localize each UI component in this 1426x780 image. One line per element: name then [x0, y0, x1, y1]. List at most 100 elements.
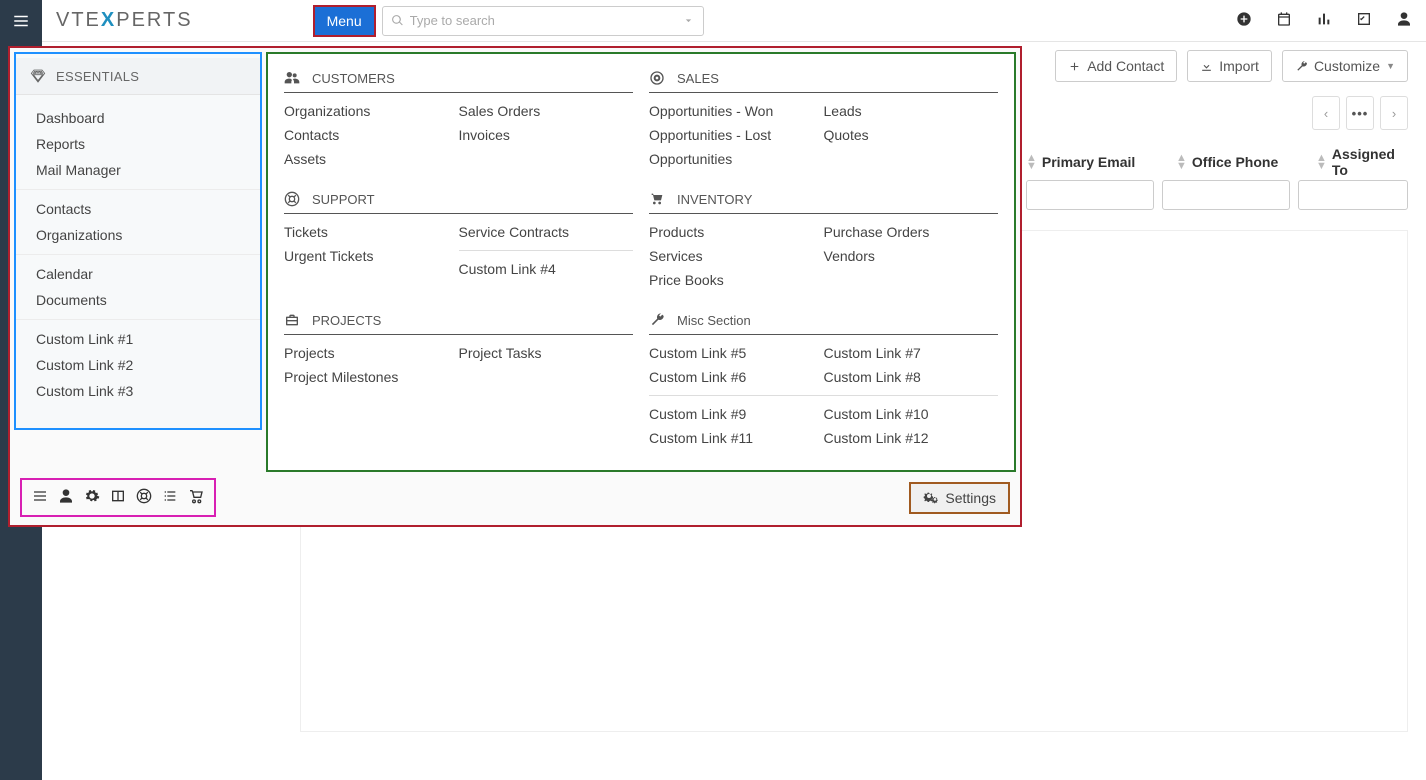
nav-documents[interactable]: Documents — [16, 287, 260, 313]
page-prev-button[interactable]: ‹ — [1312, 96, 1340, 130]
iconbar-list[interactable] — [32, 488, 48, 507]
hamburger-menu-button[interactable] — [0, 0, 42, 42]
logo: VTEXPERTS — [56, 9, 193, 32]
customize-button[interactable]: Customize ▼ — [1282, 50, 1408, 82]
column-office-phone[interactable]: ▲▼ Office Phone — [1176, 146, 1296, 178]
nav-purchase-orders[interactable]: Purchase Orders — [824, 220, 999, 244]
nav-urgent-tickets[interactable]: Urgent Tickets — [284, 244, 459, 268]
nav-opportunities[interactable]: Opportunities — [649, 147, 824, 171]
nav-price-books[interactable]: Price Books — [649, 268, 824, 292]
nav-custom-link-6[interactable]: Custom Link #6 — [649, 365, 824, 389]
iconbar-list2[interactable] — [162, 488, 178, 507]
gem-icon — [30, 68, 46, 84]
nav-project-tasks[interactable]: Project Tasks — [459, 341, 634, 365]
nav-opportunities-won[interactable]: Opportunities - Won — [649, 99, 824, 123]
menu-button[interactable]: Menu — [313, 5, 376, 37]
nav-vendors[interactable]: Vendors — [824, 244, 999, 268]
user-icon — [58, 488, 74, 504]
nav-custom-link-12[interactable]: Custom Link #12 — [824, 426, 999, 450]
section-customers: CUSTOMERS Organizations Contacts Assets … — [276, 60, 641, 181]
settings-button[interactable]: Settings — [909, 482, 1010, 514]
sort-icon: ▲▼ — [1026, 154, 1037, 170]
reports-button[interactable] — [1316, 11, 1332, 30]
nav-mail-manager[interactable]: Mail Manager — [16, 157, 260, 183]
nav-service-contracts[interactable]: Service Contracts — [459, 220, 634, 244]
lifebuoy-icon — [136, 488, 152, 504]
page-more-button[interactable]: ••• — [1346, 96, 1374, 130]
section-misc: Misc Section Custom Link #5 Custom Link … — [641, 302, 1006, 460]
nav-leads[interactable]: Leads — [824, 99, 999, 123]
nav-products[interactable]: Products — [649, 220, 824, 244]
section-projects: PROJECTS Projects Project Milestones Pro… — [276, 302, 641, 460]
list-icon — [162, 488, 178, 504]
filter-office-phone[interactable] — [1162, 180, 1290, 210]
nav-dashboard[interactable]: Dashboard — [16, 105, 260, 131]
nav-organizations[interactable]: Organizations — [16, 222, 260, 248]
filter-assigned-to[interactable] — [1298, 180, 1408, 210]
nav-quotes[interactable]: Quotes — [824, 123, 999, 147]
lifebuoy-icon — [284, 191, 300, 207]
bar-chart-icon — [1316, 11, 1332, 27]
target-icon — [649, 70, 665, 86]
import-button[interactable]: Import — [1187, 50, 1272, 82]
section-inventory: INVENTORY Products Services Price Books … — [641, 181, 1006, 302]
nav-custom-link-1[interactable]: Custom Link #1 — [16, 326, 260, 352]
nav-project-milestones[interactable]: Project Milestones — [284, 365, 459, 389]
nav-custom-link-2[interactable]: Custom Link #2 — [16, 352, 260, 378]
menu-right-panel: CUSTOMERS Organizations Contacts Assets … — [266, 52, 1016, 472]
nav-contacts[interactable]: Contacts — [284, 123, 459, 147]
nav-custom-link-9[interactable]: Custom Link #9 — [649, 402, 824, 426]
calendar-button[interactable] — [1276, 11, 1292, 30]
column-assigned-to[interactable]: ▲▼ Assigned To — [1316, 146, 1408, 178]
filter-primary-email[interactable] — [1026, 180, 1154, 210]
nav-custom-link-5[interactable]: Custom Link #5 — [649, 341, 824, 365]
table-header: ▲▼ Primary Email ▲▼ Office Phone ▲▼ Assi… — [1026, 146, 1408, 178]
wrench-icon — [649, 312, 665, 328]
nav-projects[interactable]: Projects — [284, 341, 459, 365]
section-sales: SALES Opportunities - Won Opportunities … — [641, 60, 1006, 181]
nav-assets[interactable]: Assets — [284, 147, 459, 171]
nav-invoices[interactable]: Invoices — [459, 123, 634, 147]
add-contact-button[interactable]: Add Contact — [1055, 50, 1177, 82]
nav-opportunities-lost[interactable]: Opportunities - Lost — [649, 123, 824, 147]
profile-button[interactable] — [1396, 11, 1412, 30]
topbar: VTEXPERTS Menu — [0, 0, 1426, 42]
column-primary-email[interactable]: ▲▼ Primary Email — [1026, 146, 1156, 178]
page-next-button[interactable]: › — [1380, 96, 1408, 130]
nav-contacts[interactable]: Contacts — [16, 196, 260, 222]
page-actions: Add Contact Import Customize ▼ — [1055, 50, 1408, 82]
nav-reports[interactable]: Reports — [16, 131, 260, 157]
iconbar-lifebuoy[interactable] — [136, 488, 152, 507]
quick-create-button[interactable] — [1236, 11, 1252, 30]
briefcase-icon — [284, 312, 300, 328]
topbar-right-icons — [1236, 11, 1426, 30]
calendar-icon — [1276, 11, 1292, 27]
download-icon — [1200, 60, 1213, 73]
nav-calendar[interactable]: Calendar — [16, 261, 260, 287]
users-icon — [284, 70, 300, 86]
iconbar-cart[interactable] — [188, 488, 204, 507]
nav-sales-orders[interactable]: Sales Orders — [459, 99, 634, 123]
global-search[interactable] — [382, 6, 704, 36]
nav-organizations[interactable]: Organizations — [284, 99, 459, 123]
plus-icon — [1068, 60, 1081, 73]
cart-icon — [188, 488, 204, 504]
iconbar-gear[interactable] — [84, 488, 100, 507]
search-input[interactable] — [410, 13, 682, 28]
nav-custom-link-10[interactable]: Custom Link #10 — [824, 402, 999, 426]
nav-custom-link-8[interactable]: Custom Link #8 — [824, 365, 999, 389]
iconbar-columns[interactable] — [110, 488, 126, 507]
tasks-button[interactable] — [1356, 11, 1372, 30]
nav-custom-link-11[interactable]: Custom Link #11 — [649, 426, 824, 450]
nav-custom-link-3[interactable]: Custom Link #3 — [16, 378, 260, 404]
essentials-title: ESSENTIALS — [16, 58, 260, 95]
sort-icon: ▲▼ — [1176, 154, 1187, 170]
chevron-down-icon[interactable] — [682, 14, 695, 27]
nav-custom-link-7[interactable]: Custom Link #7 — [824, 341, 999, 365]
nav-custom-link-4[interactable]: Custom Link #4 — [459, 257, 634, 281]
nav-tickets[interactable]: Tickets — [284, 220, 459, 244]
iconbar-user[interactable] — [58, 488, 74, 507]
plus-circle-icon — [1236, 11, 1252, 27]
essentials-panel: ESSENTIALS Dashboard Reports Mail Manage… — [14, 52, 262, 430]
nav-services[interactable]: Services — [649, 244, 824, 268]
